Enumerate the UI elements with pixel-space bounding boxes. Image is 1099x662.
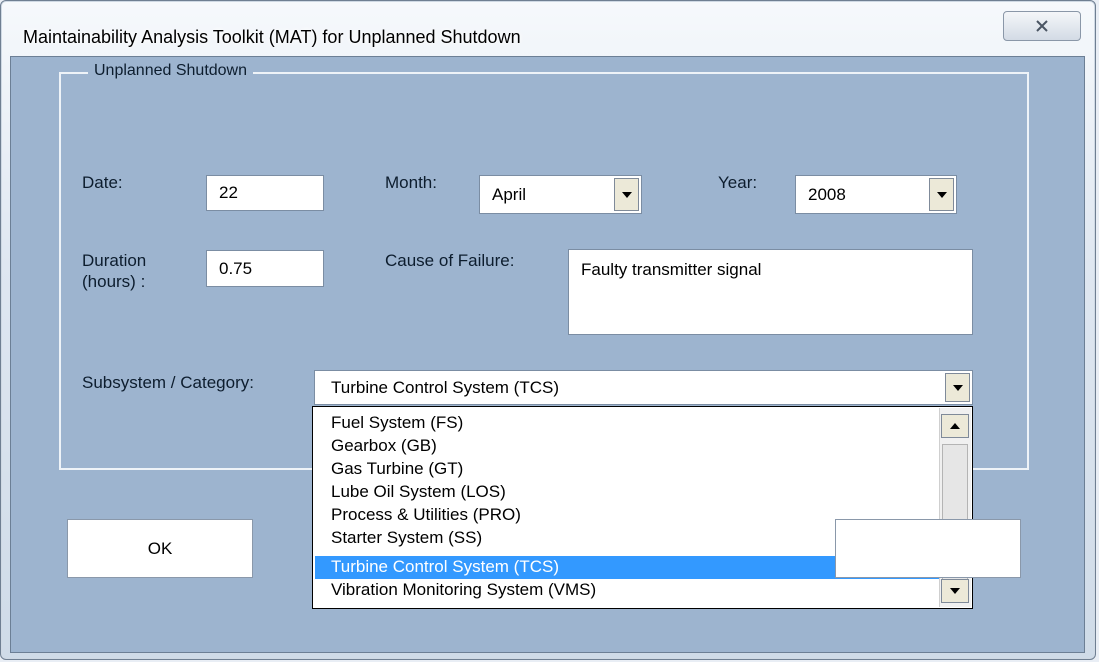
ok-button[interactable]: OK — [67, 519, 253, 578]
duration-label-line1: Duration — [82, 251, 147, 270]
close-icon — [1036, 20, 1048, 32]
year-label: Year: — [718, 173, 758, 192]
chevron-down-icon — [952, 384, 963, 391]
title-bar[interactable]: Maintainability Analysis Toolkit (MAT) f… — [1, 1, 1095, 49]
list-item[interactable]: Fuel System (FS) — [315, 412, 941, 435]
date-input[interactable]: 22 — [206, 175, 324, 211]
month-value: April — [492, 184, 527, 204]
scroll-up-button[interactable] — [941, 414, 969, 438]
scroll-down-button[interactable] — [941, 579, 969, 603]
ok-button-label: OK — [147, 538, 173, 558]
subsystem-dropdown-list[interactable]: Fuel System (FS) Gearbox (GB) Gas Turbin… — [312, 406, 973, 609]
month-select[interactable]: April — [479, 175, 642, 214]
month-dropdown-button[interactable] — [614, 178, 639, 211]
duration-input[interactable]: 0.75 — [206, 250, 324, 287]
group-legend: Unplanned Shutdown — [88, 62, 254, 80]
month-label: Month: — [385, 173, 437, 192]
year-value: 2008 — [808, 184, 846, 204]
cause-label: Cause of Failure: — [385, 251, 515, 270]
year-dropdown-button[interactable] — [929, 178, 954, 211]
arrow-down-icon — [950, 588, 960, 594]
window-title: Maintainability Analysis Toolkit (MAT) f… — [23, 27, 521, 47]
subsystem-value: Turbine Control System (TCS) — [331, 377, 559, 397]
list-item[interactable]: Gas Turbine (GT) — [315, 458, 941, 481]
list-item[interactable]: Lube Oil System (LOS) — [315, 481, 941, 504]
chevron-down-icon — [621, 191, 632, 198]
cause-value: Faulty transmitter signal — [581, 260, 762, 279]
year-select[interactable]: 2008 — [795, 175, 957, 214]
close-button[interactable] — [1003, 11, 1081, 41]
list-item[interactable]: Vibration Monitoring System (VMS) — [315, 579, 941, 602]
subsystem-dropdown-button[interactable] — [945, 373, 970, 402]
date-value: 22 — [219, 183, 238, 202]
chevron-down-icon — [936, 191, 947, 198]
arrow-up-icon — [950, 423, 960, 429]
cause-textarea[interactable]: Faulty transmitter signal — [568, 249, 973, 335]
list-item[interactable]: Gearbox (GB) — [315, 435, 941, 458]
duration-label-line2: (hours) : — [82, 272, 146, 291]
subsystem-select[interactable]: Turbine Control System (TCS) — [314, 370, 973, 405]
date-label: Date: — [82, 173, 123, 192]
second-button[interactable] — [835, 519, 1021, 578]
duration-value: 0.75 — [219, 258, 253, 278]
subsystem-label: Subsystem / Category: — [82, 373, 254, 392]
